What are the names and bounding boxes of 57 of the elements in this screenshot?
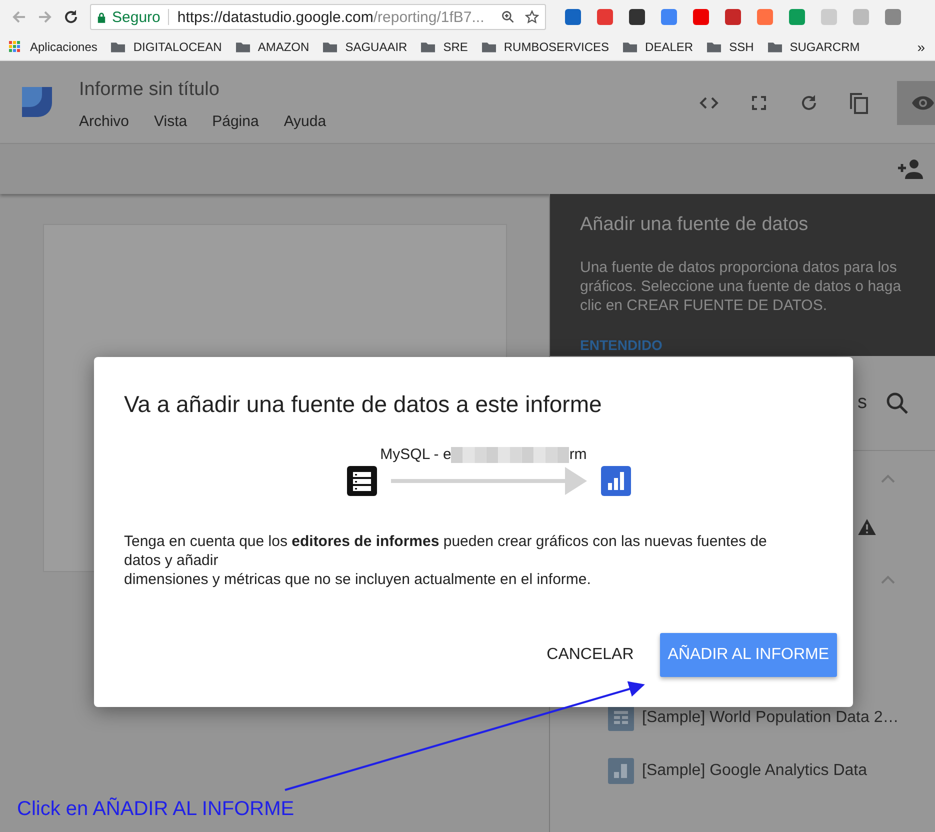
dialog-title: Va a añadir una fuente de datos a este informe [124,391,603,418]
report-chart-icon [600,466,630,496]
dialog-message: Tenga en cuenta que los editores de informes pueden crear gráficos con las nuevas fuentes de datos y añadir dimensiones y métricas que no se incluyen actualmente en el informe. [124,532,768,589]
bookmark-item[interactable]: AMAZON [236,40,310,54]
bar-chart-icon [608,758,634,784]
folder-icon [623,41,638,53]
bookmark-item[interactable]: SSH [707,40,754,54]
tooltip-title: Añadir una fuente de datos [580,214,810,236]
add-person-icon[interactable] [895,159,923,179]
eye-icon [911,95,935,111]
folder-icon [323,41,338,53]
extension-icon[interactable] [628,8,646,26]
data-source-item[interactable]: [Sample] Google Analytics Data [608,744,935,797]
bookmark-item[interactable]: SUGARCRM [768,40,860,54]
tooltip-text: Una fuente de datos proporciona datos para los gráficos. Seleccione una fuente de datos o haga clic en CREAR FUENTE DE DATOS. [580,258,902,315]
extension-icon[interactable] [724,8,742,26]
back-icon[interactable] [11,9,27,25]
warning-icon [858,519,876,535]
bookmark-item[interactable]: DEALER [623,40,694,54]
bookmark-item[interactable]: SRE [421,40,468,54]
folder-icon [111,41,126,53]
bookmark-item[interactable]: DIGITALOCEAN [111,40,222,54]
reload-icon[interactable] [63,9,79,25]
copy-icon[interactable] [847,91,871,115]
folder-icon [482,41,496,53]
extension-icon[interactable] [564,8,582,26]
folder-icon [707,41,722,53]
source-name-end: rm [569,446,587,463]
search-icon[interactable] [885,391,909,415]
apps-grid-icon [8,41,22,53]
data-studio-logo-icon [20,85,54,119]
source-name: MySQL - e [380,446,452,463]
star-icon[interactable] [525,10,539,24]
database-icon [346,466,376,496]
bookmark-item[interactable]: SAGUAAIR [323,40,408,54]
more-bookmarks-button[interactable]: » [917,39,925,55]
url-text: https://datastudio.google.com/reporting/1fB7... [177,8,486,26]
zoom-icon[interactable] [501,10,515,24]
folder-icon [768,41,782,53]
security-label: Seguro [112,8,160,26]
menu-item[interactable]: Archivo [79,113,130,130]
folder-icon [421,41,436,53]
bookmark-item[interactable]: RUMBOSERVICES [482,40,610,54]
data-source-item[interactable]: [Sample] World Population Data 2… [608,691,935,744]
report-title[interactable]: Informe sin título [79,79,326,101]
forward-icon[interactable] [37,9,53,25]
menu-item[interactable]: Página [212,113,259,130]
annotation-text: Click en AÑADIR AL INFORME [17,798,294,821]
view-button[interactable] [897,81,935,125]
menu-item[interactable]: Vista [154,113,188,130]
lock-icon [97,12,106,22]
cancel-button[interactable]: CANCELAR [538,633,642,677]
menu-item[interactable]: Ayuda [284,113,326,130]
panel-heading: s [858,392,867,414]
folder-icon [236,41,250,53]
address-bar[interactable]: Seguro https://datastudio.google.com/reporting/1fB7... [90,4,546,30]
bookmark-item[interactable]: Aplicaciones [8,40,98,54]
